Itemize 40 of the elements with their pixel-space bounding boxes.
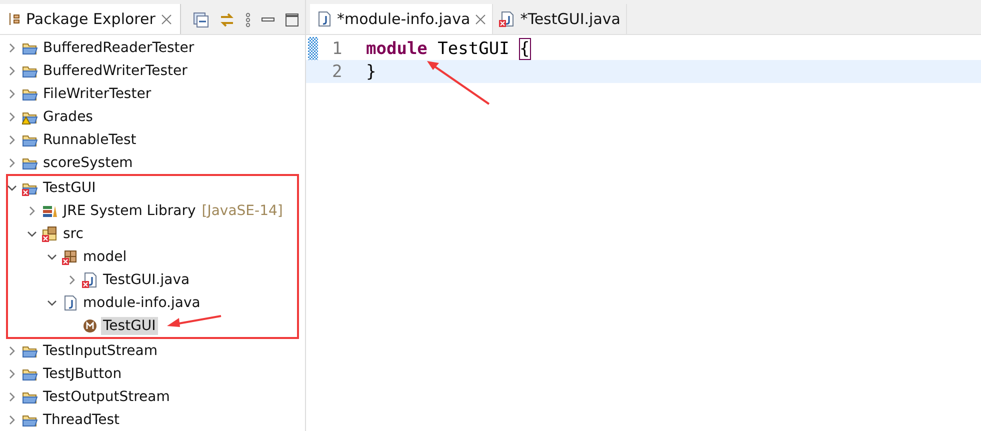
tree-item[interactable]: TestOutputStream: [41, 388, 172, 406]
tree-item[interactable]: model: [81, 248, 129, 266]
module-icon: [82, 318, 98, 334]
java-file-icon: [316, 11, 332, 27]
change-marker: [308, 37, 318, 60]
source-folder-icon: [42, 226, 58, 242]
java-file-icon: [499, 11, 516, 27]
tree-item[interactable]: TestGUI.java: [101, 270, 192, 288]
line-number: 2: [332, 62, 344, 82]
java-file-icon: [62, 294, 78, 310]
tree-item[interactable]: FileWriterTester: [41, 84, 154, 102]
tree-item[interactable]: RunnableTest: [41, 130, 138, 148]
tree-item[interactable]: TestGUI: [41, 178, 98, 196]
link-icon[interactable]: [219, 12, 236, 28]
tree-item[interactable]: TestJButton: [41, 364, 124, 382]
tree-item[interactable]: BufferedWriterTester: [41, 62, 190, 80]
line-number: 1: [332, 38, 344, 58]
tree-item[interactable]: src: [61, 224, 86, 242]
tree-item[interactable]: module-info.java: [81, 294, 202, 312]
arrow-annotation: [425, 60, 491, 106]
package-icon: [8, 12, 20, 26]
maximize-icon[interactable]: [285, 13, 300, 27]
tree-item[interactable]: JRE System Library: [61, 202, 198, 220]
package-icon: [62, 248, 78, 264]
collapse-all-icon[interactable]: [193, 12, 210, 28]
tree-item[interactable]: scoreSystem: [41, 154, 135, 172]
tree-item[interactable]: TestGUI: [101, 316, 158, 334]
close-icon[interactable]: [475, 14, 486, 24]
more-icon[interactable]: [245, 12, 252, 28]
tree-item[interactable]: BufferedReaderTester: [41, 38, 196, 56]
tree-item[interactable]: Grades: [41, 108, 95, 126]
arrow-annotation: [166, 314, 222, 328]
tree-item-suffix: [JavaSE-14]: [202, 202, 283, 218]
tree-item[interactable]: ThreadTest: [41, 410, 122, 428]
java-file-icon: [82, 272, 98, 288]
code-line: module TestGUI {: [366, 38, 530, 58]
code-line: }: [366, 62, 376, 82]
tree-item[interactable]: TestInputStream: [41, 342, 160, 360]
editor-tab[interactable]: *module-info.java: [310, 4, 494, 34]
close-icon[interactable]: [161, 14, 172, 24]
